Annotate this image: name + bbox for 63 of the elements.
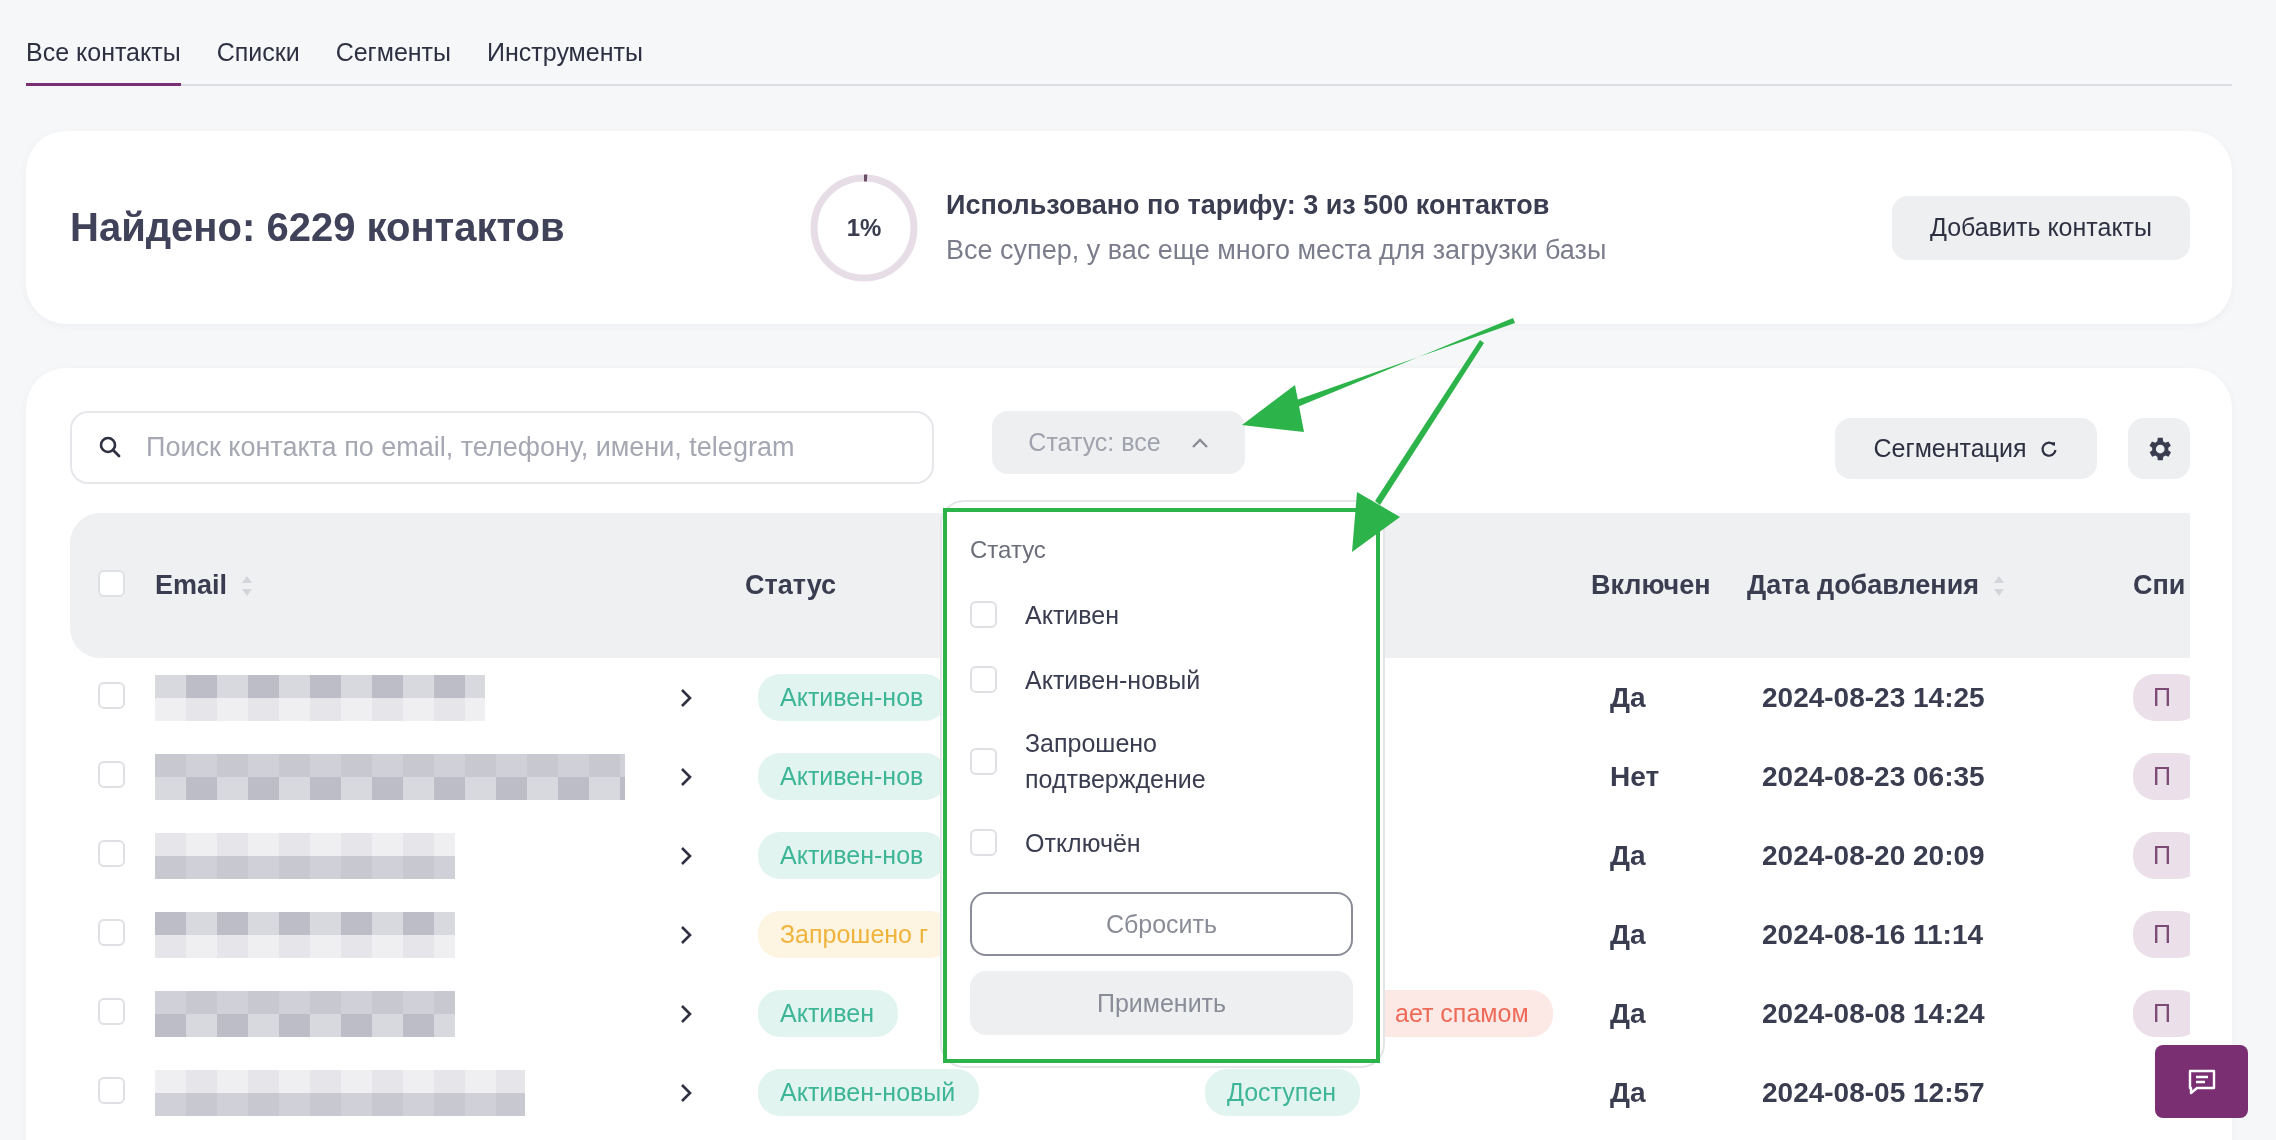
tab[interactable]: Все контакты [26, 38, 181, 86]
status-tag: Активен-новый [758, 1069, 980, 1116]
row-checkbox[interactable] [98, 682, 125, 709]
enabled-cell-text: Да [1609, 1076, 1646, 1108]
search-field[interactable]: Поиск контакта по email, телефону, имени, telegram [70, 411, 934, 484]
settings-button[interactable] [2128, 418, 2190, 479]
refresh-icon [2040, 439, 2059, 458]
row-checkbox[interactable] [98, 1077, 125, 1104]
chevron-right-icon[interactable] [680, 1003, 692, 1024]
list-tag: П [2133, 911, 2190, 958]
add-contacts-button[interactable]: Добавить контакты [1892, 195, 2190, 260]
row-checkbox[interactable] [98, 761, 125, 788]
enabled-cell-text: Да [1609, 918, 1646, 950]
column-header: Статус [745, 570, 836, 601]
option-label[interactable]: Активен-новый [1025, 648, 1255, 711]
date-cell-text: 2024-08-16 11:14 [1761, 918, 1984, 950]
row-checkbox[interactable] [98, 998, 125, 1025]
chat-icon [2186, 1067, 2217, 1096]
date-cell-text: 2024-08-20 20:09 [1761, 839, 1985, 871]
chevron-right-icon[interactable] [680, 1082, 692, 1103]
tab[interactable]: Инструменты [487, 38, 643, 86]
date-cell-text: 2024-08-23 06:35 [1761, 760, 1985, 792]
date-cell-text: 2024-08-08 14:24 [1761, 997, 1985, 1029]
list-tag: П [2133, 990, 2190, 1037]
column-header: Включен [1591, 570, 1711, 601]
enabled-cell-text: Да [1609, 997, 1646, 1029]
found-count: Найдено: 6229 контактов [70, 205, 566, 250]
option-checkbox[interactable] [970, 601, 997, 628]
option-label[interactable]: Отключён [1025, 811, 1255, 874]
option-checkbox[interactable] [970, 747, 997, 775]
date-cell-text: 2024-08-05 12:57 [1761, 1076, 1985, 1108]
date-cell-text: 2024-08-23 14:25 [1761, 681, 1985, 713]
usage-subtitle: Все супер, у вас еще много места для загрузки базы [946, 234, 1607, 266]
list-tag: П [2133, 674, 2190, 721]
tab[interactable]: Списки [216, 38, 300, 86]
chat-button[interactable] [2155, 1045, 2248, 1118]
option-checkbox[interactable] [970, 829, 997, 856]
option-checkbox[interactable] [970, 666, 997, 693]
segmentation-button[interactable]: Сегментация [1835, 418, 2097, 479]
column-header: Спи [2133, 570, 2186, 601]
enabled-cell-text: Нет [1609, 760, 1660, 792]
status-tag: Доступен [1205, 1069, 1361, 1116]
option-label[interactable]: Активен [1025, 583, 1255, 646]
dropdown-title: Статус [970, 536, 1047, 564]
enabled-cell-text: Да [1609, 839, 1646, 871]
chevron-right-icon[interactable] [680, 687, 692, 708]
select-all-checkbox[interactable] [98, 570, 125, 597]
option-label[interactable]: Запрошено подтверждение [1025, 712, 1255, 810]
usage-title: Использовано по тарифу: 3 из 500 контактов [946, 189, 1551, 221]
column-header: Дата добавления [1747, 570, 1980, 601]
usage-percent: 1% [846, 213, 882, 242]
tab[interactable]: Сегменты [335, 38, 452, 86]
status-tag: Активен [758, 990, 899, 1037]
row-checkbox[interactable] [98, 919, 125, 946]
column-header: Email [155, 570, 228, 601]
enabled-cell-text: Да [1609, 681, 1646, 713]
caret-icon [1190, 436, 1209, 449]
chevron-right-icon[interactable] [680, 766, 692, 787]
chevron-right-icon[interactable] [680, 924, 692, 945]
list-tag: П [2133, 753, 2190, 800]
list-tag: П [2133, 832, 2190, 879]
chevron-right-icon[interactable] [680, 845, 692, 866]
row-checkbox[interactable] [98, 840, 125, 867]
